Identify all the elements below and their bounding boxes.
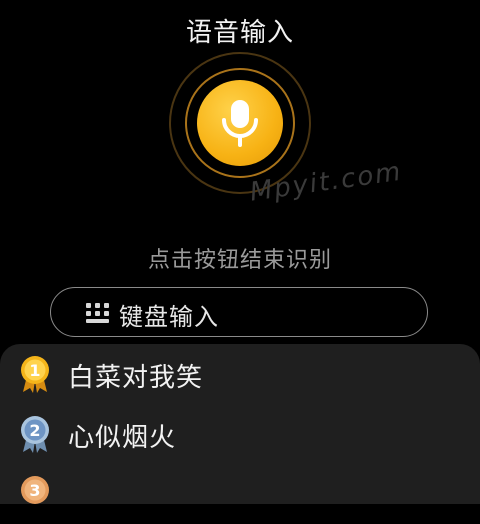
- bronze-medal-icon: 3: [21, 476, 49, 504]
- rank-number: 1: [29, 361, 40, 380]
- rank-number: 2: [29, 421, 40, 440]
- ranking-name: 心似烟火: [68, 423, 177, 453]
- microphone-icon: [222, 100, 258, 147]
- keyboard-input-label: 键盘输入: [119, 303, 219, 331]
- rank-number: 3: [29, 481, 40, 500]
- ranking-name: 白菜对我笑: [68, 363, 204, 393]
- keyboard-input-button[interactable]: 键盘输入: [50, 287, 428, 337]
- page-title: 语音输入: [185, 18, 294, 48]
- ranking-sheet: 1 白菜对我笑 2 心似烟火 3: [0, 344, 480, 504]
- ranking-item[interactable]: 3: [0, 466, 480, 524]
- recognition-hint: 点击按钮结束识别: [147, 248, 332, 273]
- stop-recognition-button[interactable]: [197, 80, 283, 166]
- silver-medal-icon: 2: [21, 416, 49, 453]
- gold-medal-icon: 1: [21, 356, 49, 393]
- keyboard-icon: [86, 303, 109, 323]
- ranking-item[interactable]: 2 心似烟火: [0, 406, 480, 464]
- ranking-item[interactable]: 1 白菜对我笑: [0, 346, 480, 404]
